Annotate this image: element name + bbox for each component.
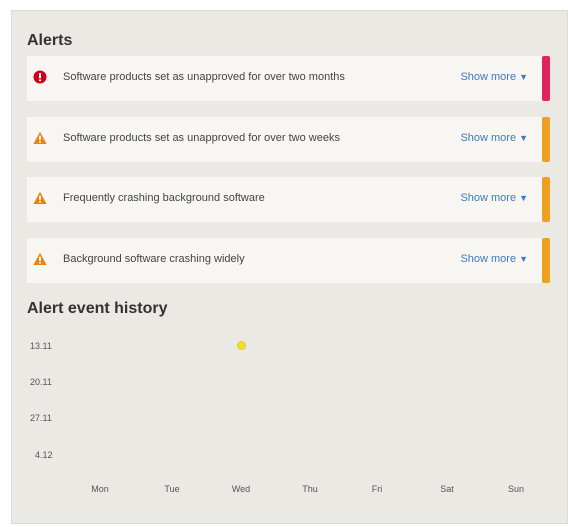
alert-text: Software products set as unapproved for … [63, 71, 345, 83]
severity-bar [542, 117, 550, 162]
severity-bar [542, 238, 550, 283]
alert-text: Software products set as unapproved for … [63, 132, 340, 144]
week-label: 4.12 [35, 450, 53, 460]
show-more-link[interactable]: Show more ▼ [460, 132, 528, 144]
caret-down-icon: ▼ [519, 133, 528, 143]
alerts-title: Alerts [27, 32, 73, 49]
warning-triangle-icon [33, 131, 47, 145]
severity-bar [542, 177, 550, 222]
warning-triangle-icon [33, 191, 47, 205]
day-label: Wed [231, 484, 251, 494]
alert-row[interactable]: Software products set as unapproved for … [27, 56, 550, 101]
severity-bar [542, 56, 550, 101]
alert-text: Background software crashing widely [63, 253, 245, 265]
show-more-link[interactable]: Show more ▼ [460, 253, 528, 265]
week-label: 27.11 [30, 413, 52, 423]
warning-triangle-icon [33, 252, 47, 266]
alert-row[interactable]: Software products set as unapproved for … [27, 117, 550, 162]
alert-row[interactable]: Frequently crashing background software … [27, 177, 550, 222]
alert-text: Frequently crashing background software [63, 192, 265, 204]
caret-down-icon: ▼ [519, 193, 528, 203]
day-label: Mon [91, 484, 109, 494]
alert-row[interactable]: Background software crashing widely Show… [27, 238, 550, 283]
day-label: Fri [371, 484, 383, 494]
caret-down-icon: ▼ [519, 254, 528, 264]
day-label: Sun [507, 484, 524, 494]
history-title: Alert event history [27, 300, 168, 317]
event-point[interactable] [236, 340, 246, 350]
week-label: 13.11 [30, 341, 52, 351]
show-more-link[interactable]: Show more ▼ [460, 71, 528, 83]
week-label: 20.11 [30, 377, 52, 387]
day-label: Tue [164, 484, 180, 494]
caret-down-icon: ▼ [519, 72, 528, 82]
show-more-link[interactable]: Show more ▼ [460, 192, 528, 204]
day-label: Sat [440, 484, 454, 494]
day-label: Thu [302, 484, 318, 494]
exclamation-circle-icon [33, 70, 47, 84]
